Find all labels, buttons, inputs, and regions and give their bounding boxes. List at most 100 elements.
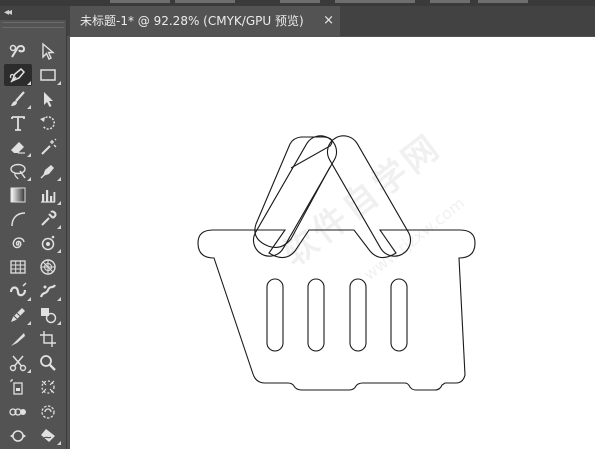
rectangle-icon [40, 69, 56, 81]
polar-grid-icon [40, 259, 56, 275]
top-strip-segment [175, 0, 235, 3]
polar-grid-tool[interactable] [34, 256, 62, 278]
perspective-icon [41, 380, 55, 394]
brush-pencil-tool[interactable] [4, 304, 32, 326]
basket-slot [390, 278, 408, 352]
collapse-panel-button[interactable]: ◂◂ [0, 6, 67, 20]
submenu-indicator [27, 81, 31, 85]
artboard-canvas[interactable]: 软件自学网 www.rjzxw.com [70, 37, 595, 449]
shape-builder-tool[interactable] [34, 304, 62, 326]
print-tiling-tool[interactable] [4, 376, 32, 398]
close-icon[interactable]: × [323, 6, 334, 36]
puppet-warp-tool[interactable] [34, 280, 62, 302]
puppet-icon [39, 284, 56, 298]
scissors-icon [9, 355, 27, 372]
eyedropper-tool[interactable] [34, 208, 62, 230]
submenu-indicator [27, 105, 31, 109]
direct-arrow-tool[interactable] [34, 88, 62, 110]
basket-slot [349, 278, 367, 352]
print-tiling-icon [10, 379, 23, 395]
document-tab-bar: 未标题-1* @ 92.28% (CMYK/GPU 预览) × [67, 6, 595, 36]
submenu-indicator [57, 225, 61, 229]
width-tool[interactable] [4, 424, 32, 446]
arrow-pointer-icon [42, 42, 55, 60]
sprayer-icon [41, 235, 55, 251]
submenu-indicator [27, 297, 31, 301]
top-strip-segment [430, 0, 470, 3]
warp-icon [41, 429, 55, 442]
submenu-indicator [57, 321, 61, 325]
knife-tool[interactable] [4, 328, 32, 350]
width-icon [10, 430, 26, 442]
magic-wand-tool[interactable] [34, 136, 62, 158]
document-tab[interactable]: 未标题-1* @ 92.28% (CMYK/GPU 预览) × [70, 6, 340, 36]
blob-brush-tool[interactable] [4, 280, 32, 302]
spiral-tool[interactable] [4, 232, 32, 254]
submenu-indicator [57, 249, 61, 253]
rotate-tool[interactable] [34, 112, 62, 134]
basket-slot [307, 278, 325, 352]
scissors-tool[interactable] [4, 352, 32, 374]
grid-tool[interactable] [4, 256, 32, 278]
lasso-tool[interactable] [4, 160, 32, 182]
submenu-indicator [57, 201, 61, 205]
pencil-tool[interactable] [34, 160, 62, 182]
magic-wand-icon [41, 138, 57, 155]
knife-icon [11, 333, 25, 346]
eyedropper-icon [41, 210, 57, 226]
spiral-icon [12, 237, 25, 249]
submenu-indicator [27, 153, 31, 157]
tools-panel: ◂◂ [0, 6, 67, 449]
basket-slot [266, 278, 284, 352]
submenu-indicator [57, 297, 61, 301]
blend-tool[interactable] [4, 400, 32, 422]
direct-selection-tool[interactable] [34, 40, 62, 62]
top-strip-segment [110, 0, 170, 3]
eraser-icon [11, 142, 25, 154]
zoom-tool[interactable] [34, 352, 62, 374]
top-strip-segment [335, 0, 415, 3]
rectangle-tool[interactable] [34, 64, 62, 86]
shape-builder-icon [41, 308, 57, 324]
eraser-tool[interactable] [4, 136, 32, 158]
document-tab-title: 未标题-1* @ 92.28% (CMYK/GPU 预览) [80, 14, 304, 28]
pen-curl-icon [9, 44, 26, 58]
perspective-tool[interactable] [34, 376, 62, 398]
graph-tool[interactable] [34, 184, 62, 206]
arc-tool[interactable] [4, 208, 32, 230]
type-tool[interactable] [4, 112, 32, 134]
shopping-basket-artwork[interactable] [70, 37, 595, 449]
solid-arrow-icon [44, 92, 53, 107]
live-paint-tool[interactable] [34, 400, 62, 422]
blob-brush-icon [9, 282, 27, 297]
warp-tool[interactable] [34, 424, 62, 446]
submenu-indicator [57, 441, 61, 445]
arc-icon [11, 212, 26, 227]
submenu-indicator [57, 81, 61, 85]
pen-tool[interactable] [4, 64, 32, 86]
artboard-tool[interactable] [34, 328, 62, 350]
submenu-indicator [27, 177, 31, 181]
artboard-icon [40, 331, 56, 347]
pencil-icon [11, 308, 25, 322]
submenu-indicator [27, 369, 31, 373]
pen-tip-icon [40, 165, 54, 179]
gradient-icon [10, 187, 26, 203]
bar-graph-icon [41, 190, 56, 203]
gradient-tool[interactable] [4, 184, 32, 206]
rotate-icon [40, 116, 55, 130]
top-strip-segment [478, 0, 528, 3]
basket-body [197, 229, 476, 391]
blend-icon [9, 408, 26, 416]
submenu-indicator [57, 177, 61, 181]
submenu-indicator [27, 321, 31, 325]
grid-icon [10, 260, 26, 274]
brush-icon [11, 91, 25, 106]
paintbrush-tool[interactable] [4, 88, 32, 110]
magnifier-icon [40, 355, 56, 371]
symbol-sprayer-tool[interactable] [34, 232, 62, 254]
panel-grip[interactable] [2, 22, 64, 28]
selection-tool[interactable] [4, 40, 32, 62]
text-t-icon [11, 116, 25, 131]
top-strip-segment [280, 0, 320, 3]
